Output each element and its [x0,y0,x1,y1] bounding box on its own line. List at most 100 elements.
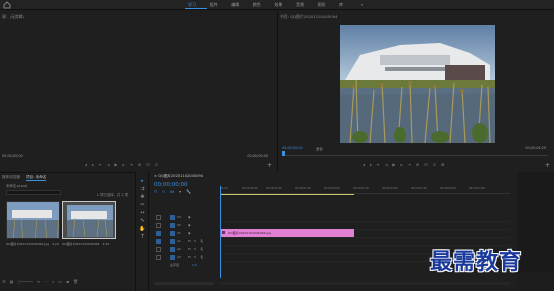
mark-out-icon[interactable]: ▸ [92,162,94,167]
track-select-tool-icon[interactable]: ⇉ [139,186,146,193]
export-frame-icon[interactable]: ⊡ [155,162,158,167]
comparison-view-icon[interactable]: ⊠ [441,162,444,167]
step-back-icon[interactable]: ◂ [107,162,109,167]
icon-view-icon[interactable]: ▦ [10,279,14,284]
hand-tool-icon[interactable]: ✋ [139,226,146,233]
lock-toggle[interactable] [156,247,161,252]
target-toggle[interactable] [170,255,175,260]
program-panel-title[interactable]: 节目: QQ图片20201102045094 [278,13,337,21]
automate-icon[interactable]: ⋯ [44,279,48,284]
pen-tool-icon[interactable]: ✎ [139,218,146,225]
add-button-icon[interactable]: + [545,162,550,169]
timeline-playhead[interactable] [220,186,221,278]
find-icon[interactable]: ⌕ [52,279,54,284]
tab-effects[interactable]: 效果 [271,2,293,9]
extract-icon[interactable]: ⊟ [424,162,427,167]
step-forward-icon[interactable]: ▸ [400,162,402,167]
tab-project[interactable]: 项目: 未命名 [25,175,47,181]
new-bin-icon[interactable]: ▭ [59,279,63,284]
tab-media-browser[interactable]: 媒体浏览器 [2,175,20,181]
source-timecode[interactable]: 00;00;00;00 [2,154,23,158]
mark-in-icon[interactable]: ◂ [85,162,87,167]
lock-toggle[interactable] [156,215,161,220]
tab-libraries[interactable]: 库 [336,2,358,9]
mark-out-icon[interactable]: ▸ [370,162,372,167]
timeline-horizontal-scrollbar[interactable] [154,282,214,285]
list-view-icon[interactable]: ☰ [2,279,6,284]
go-to-in-icon[interactable]: ⇤ [377,162,380,167]
zoom-slider[interactable]: ○───── [17,279,33,284]
mark-in-icon[interactable]: ◂ [363,162,365,167]
wrench-icon[interactable]: 🔧 [186,189,191,194]
mute-toggle[interactable]: M [188,247,191,251]
timeline-ruler[interactable]: 00;00 00;00;00;30 00;00;01;00 00;00;01;3… [220,186,510,194]
target-toggle[interactable] [170,231,175,236]
lock-toggle[interactable] [156,255,161,260]
tab-graphics[interactable]: 图形 [315,2,337,9]
tab-learn[interactable]: 学习 [185,2,207,9]
linked-selection-icon[interactable]: ⋈ [170,189,174,194]
timeline-timecode[interactable]: 00;00;00;00 [154,182,188,188]
source-patch-toggle[interactable] [156,239,161,244]
mute-toggle[interactable]: M [188,255,191,259]
add-marker-icon[interactable]: ▾ [179,189,181,194]
ripple-edit-tool-icon[interactable]: ✥ [139,194,146,201]
mic-icon[interactable]: 🎙 [200,239,204,243]
target-toggle[interactable] [170,239,175,244]
new-item-icon[interactable]: ▪ [66,279,69,284]
type-tool-icon[interactable]: T [139,234,146,241]
overwrite-icon[interactable]: ⊟ [146,162,149,167]
timeline-zoom-scrollbar[interactable] [220,282,510,285]
source-patch-toggle[interactable] [170,223,175,228]
play-icon[interactable]: ▶ [392,162,395,167]
snap-icon[interactable]: ∩ [162,189,165,194]
tab-audio[interactable]: 音频 [293,2,315,9]
solo-toggle[interactable]: S [194,255,196,259]
razor-tool-icon[interactable]: ✂ [139,202,146,209]
go-to-out-icon[interactable]: ⇥ [130,162,133,167]
lock-toggle[interactable] [156,223,161,228]
timeline-clip[interactable]: QQ图片20201102045094.jpg [220,229,354,237]
clear-icon[interactable]: 🗑 [73,279,78,284]
master-volume[interactable]: 0.0 [192,263,197,267]
selection-tool-icon[interactable]: ▸ [139,178,146,185]
tab-edit[interactable]: 编辑 [228,2,250,9]
tab-assembly[interactable]: 组件 [207,2,229,9]
export-frame-icon[interactable]: ⊡ [433,162,436,167]
insert-icon[interactable]: ⊞ [138,162,141,167]
mic-icon[interactable]: 🎙 [200,255,204,259]
sequence-tab[interactable]: × QQ图片20201102045094 [154,174,203,179]
program-timecode[interactable]: 00;00;00;00 [282,146,303,150]
source-panel-title[interactable]: 源：(无剪辑) [0,13,24,21]
target-toggle[interactable] [170,247,175,252]
mute-toggle[interactable]: M [188,239,191,243]
work-area-bar[interactable] [220,194,354,195]
mic-icon[interactable]: 🎙 [200,247,204,251]
slip-tool-icon[interactable]: ↔ [139,210,146,217]
sort-icon[interactable]: ≡ [37,279,40,284]
track-lane-v3[interactable] [220,214,510,222]
program-playhead[interactable] [282,151,285,156]
tab-color[interactable]: 颜色 [250,2,272,9]
go-to-in-icon[interactable]: ⇤ [99,162,102,167]
eye-icon[interactable]: ◉ [188,215,191,219]
step-forward-icon[interactable]: ▸ [122,162,124,167]
add-button-icon[interactable]: + [267,162,272,169]
step-back-icon[interactable]: ◂ [385,162,387,167]
play-icon[interactable]: ▶ [114,162,117,167]
lift-icon[interactable]: ⊞ [416,162,419,167]
eye-icon[interactable]: ◉ [188,231,191,235]
tab-more[interactable]: » [358,2,380,9]
solo-toggle[interactable]: S [194,247,196,251]
zoom-fit-select[interactable]: 适合 [316,146,323,151]
eye-icon[interactable]: ◉ [188,223,191,227]
program-scrub-bar[interactable] [282,153,548,156]
sequence-item-thumbnail[interactable] [62,201,116,239]
project-item-thumbnail[interactable] [6,201,60,239]
home-icon[interactable] [3,1,11,9]
solo-toggle[interactable]: S [194,239,196,243]
project-search-input[interactable] [6,190,61,195]
source-patch-toggle[interactable] [170,215,175,220]
nest-icon[interactable]: ⊓ [154,189,157,194]
source-patch-toggle[interactable] [156,231,161,236]
